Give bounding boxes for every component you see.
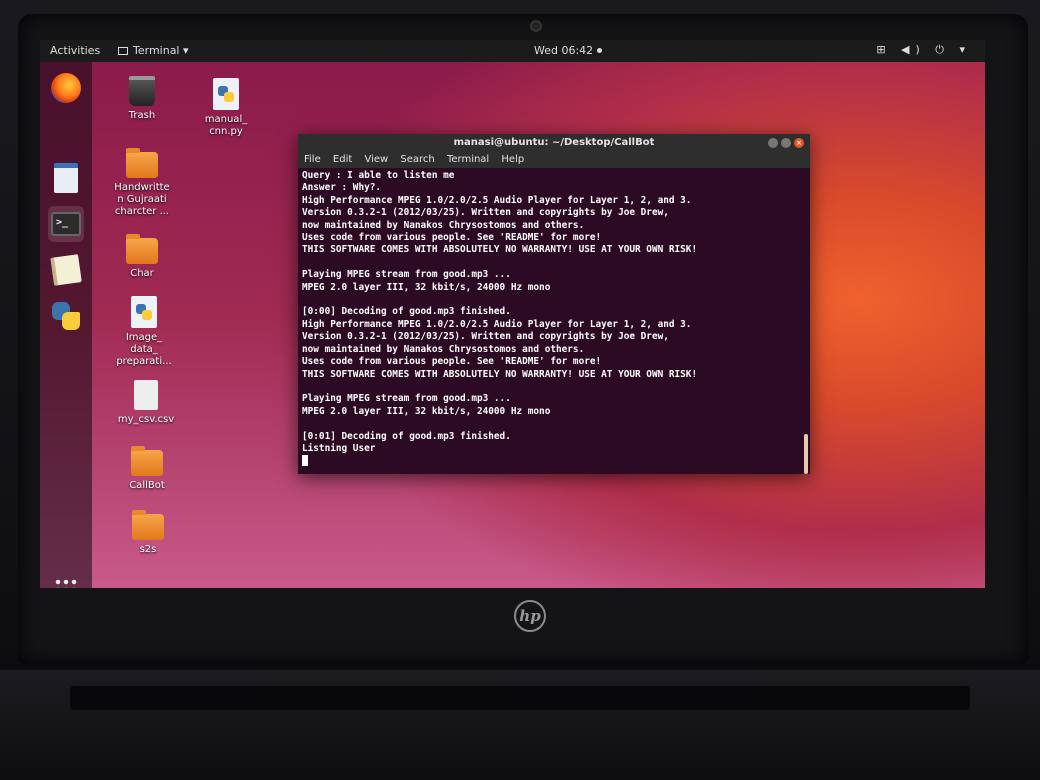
minimize-icon[interactable] bbox=[768, 138, 778, 148]
desktop-icon-label: Char bbox=[130, 268, 154, 279]
clock-label: Wed 06:42 bbox=[534, 44, 594, 57]
desktop-icon-label: s2s bbox=[139, 544, 157, 555]
folder-icon bbox=[131, 446, 163, 476]
dock-item-terminal[interactable]: >_ bbox=[48, 206, 84, 242]
notification-dot-icon bbox=[597, 48, 603, 53]
folder-icon bbox=[132, 510, 164, 540]
menu-terminal[interactable]: Terminal bbox=[447, 154, 489, 165]
desktop-icon-char[interactable]: Char bbox=[102, 234, 182, 280]
folder-icon bbox=[126, 234, 158, 264]
terminal-cursor bbox=[302, 455, 308, 467]
menu-search[interactable]: Search bbox=[400, 154, 434, 165]
text-editor-icon bbox=[50, 254, 82, 286]
dock-item-text-editor[interactable] bbox=[48, 252, 84, 288]
dock: >_ bbox=[40, 62, 92, 588]
app-menu-label: Terminal ▾ bbox=[133, 44, 189, 57]
python-icon bbox=[50, 300, 82, 332]
python-file-icon bbox=[131, 296, 157, 328]
top-bar: Activities Terminal ▾ Wed 06:42 ⊞ ◀) ⏻ ▾ bbox=[40, 40, 985, 62]
hp-logo: hp bbox=[514, 600, 546, 632]
folder-icon bbox=[126, 148, 158, 178]
desktop-icon-label: Handwritte n Gujraati charcter ... bbox=[114, 182, 170, 217]
window-controls: × bbox=[768, 138, 804, 148]
laptop-body: Activities Terminal ▾ Wed 06:42 ⊞ ◀) ⏻ ▾… bbox=[0, 0, 1040, 780]
firefox-icon bbox=[51, 73, 81, 103]
menu-view[interactable]: View bbox=[364, 154, 388, 165]
laptop-hinge-bar bbox=[70, 686, 970, 710]
desktop-icon-image-data-preparation[interactable]: Image_ data_ preparati... bbox=[104, 296, 184, 368]
system-tray[interactable]: ⊞ ◀) ⏻ ▾ bbox=[876, 43, 971, 57]
desktop-icon-label: Trash bbox=[128, 110, 156, 121]
terminal-icon: >_ bbox=[51, 212, 81, 236]
terminal-output[interactable]: Query : I able to listen me Answer : Why… bbox=[302, 170, 798, 472]
terminal-menu-bar: File Edit View Search Terminal Help bbox=[298, 152, 810, 168]
window-icon bbox=[118, 47, 128, 55]
terminal-output-text: Query : I able to listen me Answer : Why… bbox=[302, 170, 698, 454]
menu-file[interactable]: File bbox=[304, 154, 321, 165]
dock-item-document-viewer[interactable] bbox=[48, 160, 84, 196]
csv-file-icon bbox=[134, 380, 158, 410]
desktop-icon-callbot[interactable]: CallBot bbox=[107, 446, 187, 492]
dock-item-firefox[interactable] bbox=[48, 70, 84, 106]
menu-edit[interactable]: Edit bbox=[333, 154, 352, 165]
maximize-icon[interactable] bbox=[781, 138, 791, 148]
activities-button[interactable]: Activities bbox=[50, 44, 100, 57]
dock-item-python[interactable] bbox=[48, 298, 84, 334]
window-title: manasi@ubuntu: ~/Desktop/CallBot bbox=[453, 137, 655, 148]
document-viewer-icon bbox=[54, 163, 78, 193]
terminal-title-bar[interactable]: manasi@ubuntu: ~/Desktop/CallBot × bbox=[298, 134, 810, 152]
desktop-icon-label: CallBot bbox=[129, 480, 165, 491]
desktop-icon-handwritten-gujarati[interactable]: Handwritte n Gujraati charcter ... bbox=[102, 148, 182, 218]
terminal-scrollbar[interactable] bbox=[804, 434, 808, 474]
webcam bbox=[530, 20, 542, 32]
desktop-icon-trash[interactable]: Trash bbox=[102, 76, 182, 122]
python-file-icon bbox=[213, 78, 239, 110]
trash-icon bbox=[129, 76, 155, 106]
desktop-icon-label: Image_ data_ preparati... bbox=[116, 332, 172, 367]
menu-help[interactable]: Help bbox=[501, 154, 524, 165]
show-applications-icon[interactable] bbox=[54, 578, 78, 588]
clock[interactable]: Wed 06:42 bbox=[534, 44, 603, 57]
desktop-icon-s2s[interactable]: s2s bbox=[108, 510, 188, 556]
desktop-icon-my-csv[interactable]: my_csv.csv bbox=[106, 380, 186, 426]
terminal-window[interactable]: manasi@ubuntu: ~/Desktop/CallBot × File … bbox=[298, 134, 810, 474]
desktop-screen: Activities Terminal ▾ Wed 06:42 ⊞ ◀) ⏻ ▾… bbox=[40, 40, 985, 588]
app-menu[interactable]: Terminal ▾ bbox=[118, 44, 189, 57]
close-icon[interactable]: × bbox=[794, 138, 804, 148]
desktop-icon-label: my_csv.csv bbox=[117, 414, 175, 425]
desktop-icon-manual-cnn[interactable]: manual_ cnn.py bbox=[186, 78, 266, 138]
desktop-icon-label: manual_ cnn.py bbox=[204, 114, 248, 137]
